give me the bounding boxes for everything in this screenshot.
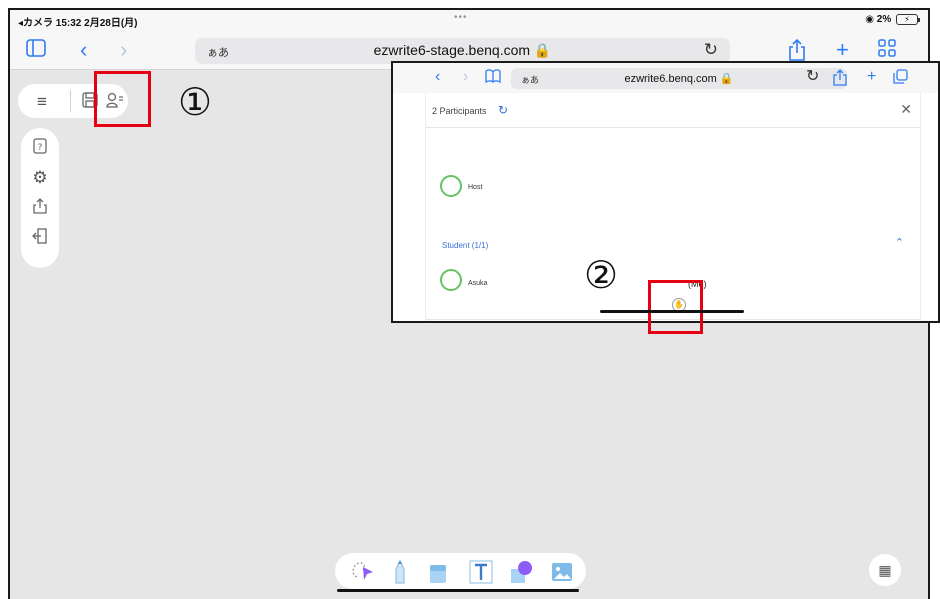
inset-share-icon[interactable]	[833, 69, 847, 90]
tool-dock	[335, 553, 586, 589]
help-icon[interactable]: ?	[28, 138, 52, 157]
url-text[interactable]: ezwrite6-stage.benq.com 🔒	[195, 42, 730, 59]
inset-url-text[interactable]: ezwrite6.benq.com 🔒	[511, 72, 847, 85]
inset-reload-icon[interactable]: ↻	[806, 69, 819, 85]
battery-icon: ⚡	[896, 14, 920, 25]
tab-overview-icon[interactable]	[878, 39, 896, 61]
step1-number: ①	[178, 80, 213, 124]
battery-percent: 2%	[876, 14, 892, 26]
reload-icon[interactable]: ↻	[704, 40, 718, 60]
student-name: Asuka	[468, 280, 488, 287]
new-tab-icon[interactable]: +	[836, 39, 849, 61]
status-bar: ◂カメラ 15:32 2月28日(月) ••• ◉ 2% ⚡	[10, 10, 928, 32]
back-icon[interactable]: ‹	[80, 39, 87, 61]
inset-address-bar[interactable]: ぁあ ezwrite6.benq.com 🔒	[511, 68, 847, 89]
sidebar-toggle-icon[interactable]	[26, 39, 46, 61]
export-icon[interactable]	[28, 198, 52, 217]
inset-bookmarks-icon[interactable]	[485, 69, 501, 87]
inset-browser-toolbar: ‹ › ぁあ ezwrite6.benq.com 🔒 ↻ +	[393, 63, 938, 93]
inset-home-indicator	[600, 310, 744, 313]
host-avatar	[440, 175, 462, 197]
inset-back-icon[interactable]: ‹	[435, 69, 440, 85]
menu-icon[interactable]: ≡	[30, 93, 54, 110]
pen-icon[interactable]	[387, 559, 413, 584]
text-tool-icon[interactable]	[468, 559, 494, 584]
settings-icon[interactable]: ⚙	[28, 169, 52, 186]
step2-highlight	[648, 280, 703, 334]
home-indicator	[337, 589, 579, 592]
inset-new-tab-icon[interactable]: +	[867, 69, 876, 85]
side-toolbar-pill: ? ⚙	[21, 128, 59, 268]
inset-forward-icon[interactable]: ›	[463, 69, 468, 85]
host-name: Host	[468, 184, 483, 191]
exit-icon[interactable]	[28, 228, 52, 247]
status-right: ◉ 2% ⚡	[865, 14, 920, 26]
chevron-up-icon[interactable]: ⌃	[895, 236, 904, 249]
multitask-dots[interactable]: •••	[454, 12, 468, 23]
participants-title: 2 Participants	[432, 106, 487, 116]
student-section-label[interactable]: Student (1/1)	[442, 241, 488, 250]
eraser-icon[interactable]	[425, 559, 451, 583]
refresh-icon[interactable]: ↻	[498, 103, 508, 117]
forward-icon[interactable]: ›	[120, 39, 127, 61]
divider	[426, 127, 920, 128]
minimap-icon[interactable]: ▦	[869, 554, 901, 586]
close-icon[interactable]: ✕	[900, 101, 912, 118]
step2-number: ②	[584, 253, 619, 297]
student-avatar	[440, 269, 462, 291]
svg-text:?: ?	[38, 143, 43, 153]
inset-tabs-icon[interactable]	[893, 69, 908, 88]
lasso-select-icon[interactable]	[349, 559, 375, 583]
step1-highlight	[94, 71, 151, 127]
shapes-icon[interactable]	[507, 559, 533, 583]
status-time-date: ◂カメラ 15:32 2月28日(月)	[18, 18, 138, 29]
wifi-icon: ◉	[865, 14, 874, 26]
divider	[70, 90, 71, 112]
image-insert-icon[interactable]	[549, 559, 575, 583]
